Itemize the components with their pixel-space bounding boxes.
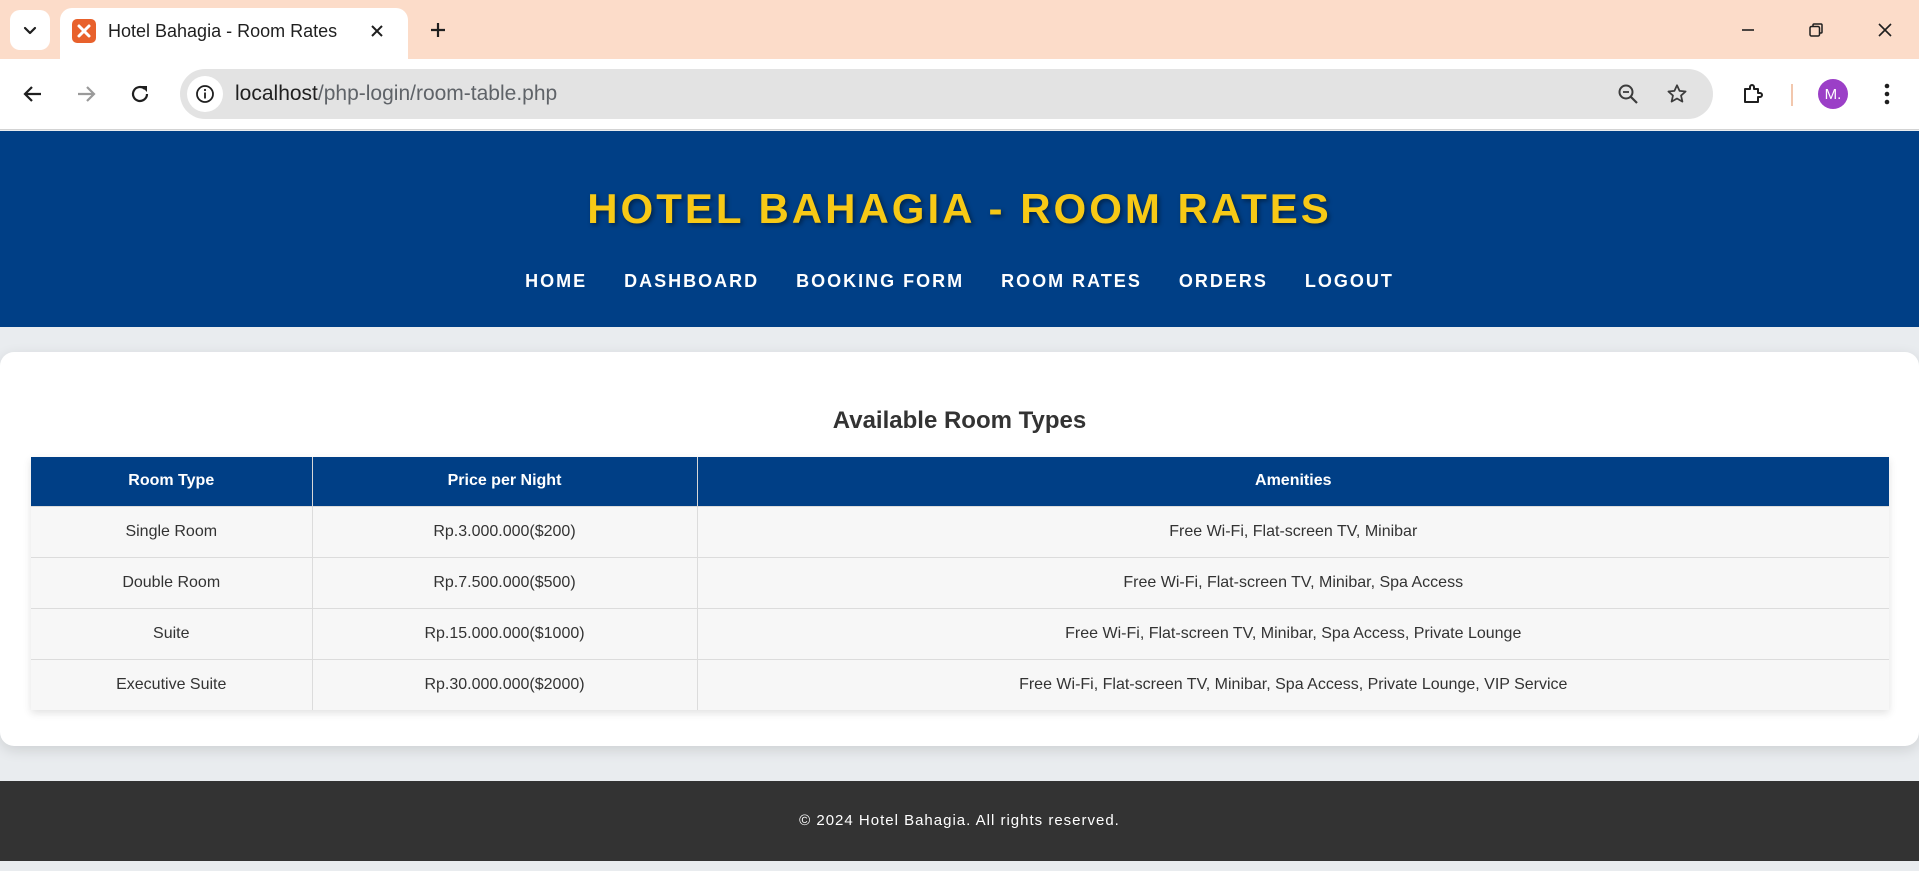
url-host: localhost [235,82,318,105]
tab-search-button[interactable] [10,10,50,50]
back-button[interactable] [13,74,53,114]
zoom-icon[interactable] [1611,77,1645,111]
site-footer: © 2024 Hotel Bahagia. All rights reserve… [0,781,1919,861]
price-cell: Rp.30.000.000($2000) [312,658,698,710]
room-type-cell: Suite [31,607,313,659]
table-header-row: Room Type Price per Night Amenities [31,457,1889,506]
table-row: Single Room Rp.3.000.000($200) Free Wi-F… [31,505,1889,557]
room-type-cell: Single Room [31,505,313,557]
url-path: /php-login/room-table.php [317,82,558,105]
browser-tab-active[interactable]: Hotel Bahagia - Room Rates [60,8,408,59]
column-header-price: Price per Night [312,457,698,506]
site-info-button[interactable] [187,76,223,112]
room-types-card: Available Room Types Room Type Price per… [0,352,1919,746]
page-title: HOTEL BAHAGIA - ROOM RATES [587,185,1332,232]
restore-icon [1809,23,1823,37]
minimize-button[interactable] [1730,12,1766,48]
toolbar-divider [1791,84,1793,106]
copyright-text: © 2024 Hotel Bahagia. All rights reserve… [799,812,1120,829]
price-cell: Rp.3.000.000($200) [312,505,698,557]
reload-icon [131,85,149,103]
address-bar[interactable]: localhost/php-login/room-table.php [180,69,1713,119]
arrow-right-icon [78,86,96,102]
room-rates-table: Room Type Price per Night Amenities Sing… [31,457,1889,710]
nav-dashboard-link[interactable]: DASHBOARD [624,271,759,292]
room-type-cell: Executive Suite [31,658,313,710]
nav-orders-link[interactable]: ORDERS [1179,271,1268,292]
column-header-room-type: Room Type [31,457,313,506]
nav-room-rates-link[interactable]: ROOM RATES [1001,271,1142,292]
price-cell: Rp.7.500.000($500) [312,556,698,608]
arrow-left-icon [23,86,41,102]
forward-button[interactable] [66,74,106,114]
browser-toolbar: localhost/php-login/room-table.php M. [0,59,1919,130]
extensions-puzzle-icon[interactable] [1733,74,1773,114]
close-icon [1878,23,1892,37]
plus-icon [431,23,445,37]
amenities-cell: Free Wi-Fi, Flat-screen TV, Minibar, Spa… [697,556,1889,608]
table-row: Suite Rp.15.000.000($1000) Free Wi-Fi, F… [31,607,1889,659]
profile-avatar[interactable]: M. [1818,79,1848,109]
amenities-cell: Free Wi-Fi, Flat-screen TV, Minibar [697,505,1889,557]
section-title: Available Room Types [832,407,1087,434]
column-header-amenities: Amenities [697,457,1889,506]
tab-title: Hotel Bahagia - Room Rates [108,21,338,41]
minimize-icon [1742,29,1754,31]
bookmark-star-icon[interactable] [1660,77,1694,111]
url-text: localhost/php-login/room-table.php [235,82,557,106]
info-icon [196,85,214,103]
nav-home-link[interactable]: HOME [525,271,587,292]
reload-button[interactable] [120,74,160,114]
restore-button[interactable] [1798,12,1834,48]
site-header: HOTEL BAHAGIA - ROOM RATES HOME DASHBOAR… [0,131,1919,327]
room-type-cell: Double Room [31,556,313,608]
more-menu-icon[interactable] [1867,74,1907,114]
browser-tabstrip: Hotel Bahagia - Room Rates [0,0,1919,59]
close-window-button[interactable] [1867,12,1903,48]
main-nav: HOME DASHBOARD BOOKING FORM ROOM RATES O… [0,271,1919,292]
amenities-cell: Free Wi-Fi, Flat-screen TV, Minibar, Spa… [697,658,1889,710]
amenities-cell: Free Wi-Fi, Flat-screen TV, Minibar, Spa… [697,607,1889,659]
chevron-down-icon [23,26,37,35]
tab-close-icon[interactable] [366,20,388,42]
new-tab-button[interactable] [422,14,454,46]
price-cell: Rp.15.000.000($1000) [312,607,698,659]
nav-logout-link[interactable]: LOGOUT [1305,271,1394,292]
xampp-favicon-icon [72,19,96,43]
table-row: Executive Suite Rp.30.000.000($2000) Fre… [31,658,1889,710]
table-row: Double Room Rp.7.500.000($500) Free Wi-F… [31,556,1889,608]
nav-booking-form-link[interactable]: BOOKING FORM [796,271,964,292]
